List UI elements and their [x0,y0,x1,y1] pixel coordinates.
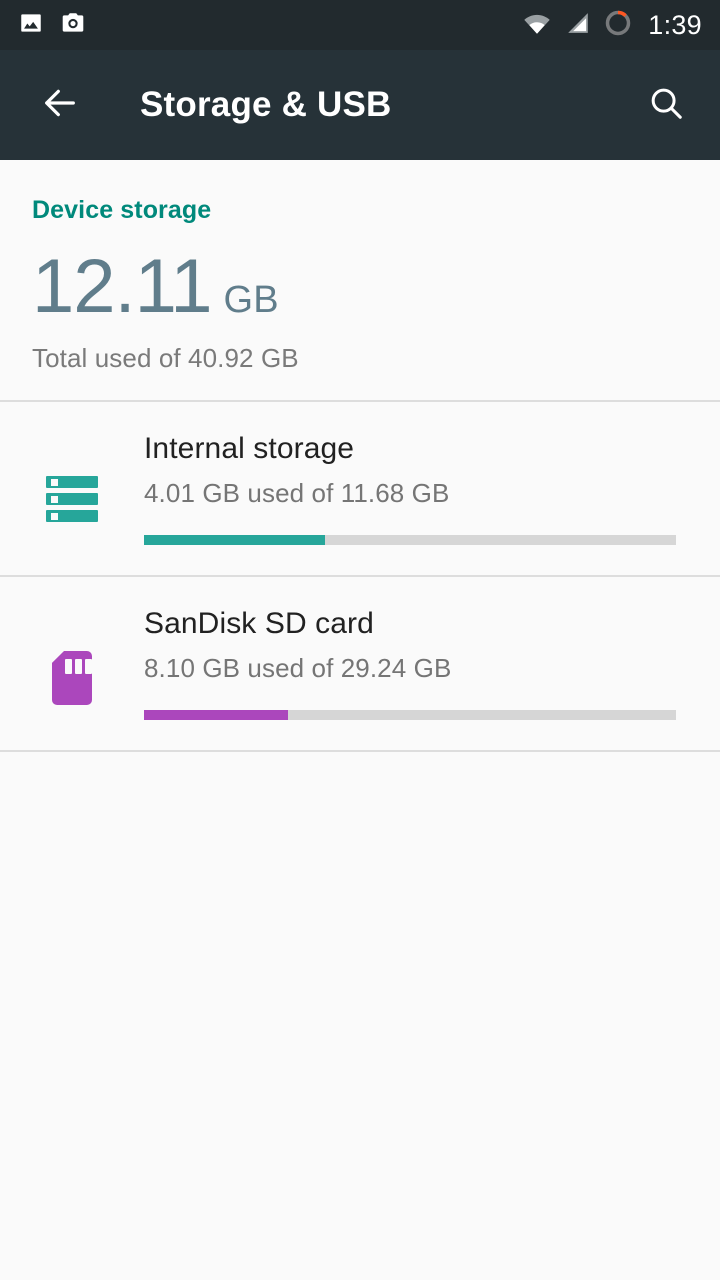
row-icon-container [0,607,144,705]
storage-row-title: Internal storage [144,432,676,466]
cellular-signal-icon [564,11,592,40]
storage-row-sd-card[interactable]: SanDisk SD card 8.10 GB used of 29.24 GB [0,577,720,750]
section-header-device-storage: Device storage [0,160,720,225]
wifi-icon [522,11,552,40]
storage-used-value: 12.11 [32,249,212,325]
storage-summary-value-line: 12.11 GB [32,249,720,325]
status-bar-system-icons: 1:39 [522,9,702,42]
row-body: Internal storage 4.01 GB used of 11.68 G… [144,432,690,545]
search-button[interactable] [642,81,690,129]
back-arrow-icon [40,83,80,128]
storage-row-subtitle: 8.10 GB used of 29.24 GB [144,653,676,684]
status-bar: 1:39 [0,0,720,50]
row-icon-container [0,432,144,522]
camera-icon [60,10,86,41]
storage-summary-subtitle: Total used of 40.92 GB [32,343,720,374]
row-body: SanDisk SD card 8.10 GB used of 29.24 GB [144,607,690,720]
divider [0,750,720,752]
storage-usage-progress-bar [144,535,676,545]
internal-storage-icon [46,476,98,522]
back-button[interactable] [36,81,84,129]
storage-used-unit: GB [224,279,279,322]
storage-row-title: SanDisk SD card [144,607,676,641]
status-bar-notification-icons [18,10,86,41]
search-icon [647,84,685,127]
storage-usage-progress-fill [144,535,325,545]
storage-row-subtitle: 4.01 GB used of 11.68 GB [144,478,676,509]
page-title: Storage & USB [140,85,392,125]
storage-usage-progress-fill [144,710,288,720]
battery-circle-icon [604,9,632,42]
status-bar-clock: 1:39 [648,10,702,41]
storage-row-internal[interactable]: Internal storage 4.01 GB used of 11.68 G… [0,402,720,575]
sd-card-icon [52,651,92,705]
storage-usage-progress-bar [144,710,676,720]
app-bar: Storage & USB [0,50,720,160]
image-icon [18,10,44,41]
storage-summary: 12.11 GB Total used of 40.92 GB [0,225,720,400]
content-area: Device storage 12.11 GB Total used of 40… [0,160,720,752]
